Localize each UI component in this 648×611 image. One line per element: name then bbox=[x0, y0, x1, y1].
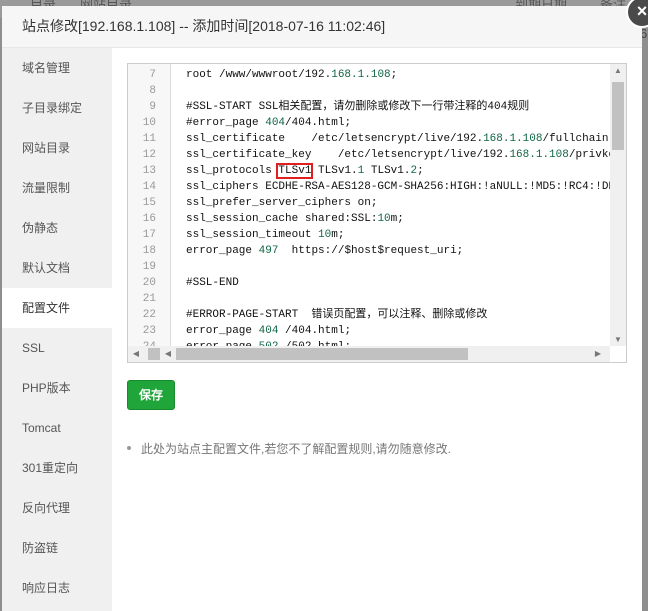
sidebar-item[interactable]: 域名管理 bbox=[2, 48, 112, 88]
line-number: 22 bbox=[142, 309, 156, 321]
sidebar-item[interactable]: Tomcat bbox=[2, 408, 112, 448]
highlighted-token: TLSv1 bbox=[276, 163, 314, 179]
sidebar-item[interactable]: 配置文件 bbox=[2, 288, 112, 328]
code-token: ssl_session_cache shared:SSL: bbox=[186, 213, 378, 225]
line-number: 12 bbox=[142, 149, 156, 161]
code-line: root /www/wwwroot/192.168.1.108; bbox=[186, 67, 397, 83]
code-token: m; bbox=[390, 213, 404, 225]
line-number: 9 bbox=[149, 101, 156, 113]
scroll-down-icon[interactable]: ▼ bbox=[610, 335, 626, 344]
code-token: ssl_certificate_key /etc/letsencrypt/liv… bbox=[186, 149, 510, 161]
code-token: 168.1.108 bbox=[483, 133, 543, 145]
code-token: 168.1.108 bbox=[509, 149, 569, 161]
line-number: 15 bbox=[142, 197, 156, 209]
line-number: 18 bbox=[142, 245, 156, 257]
vertical-scrollbar[interactable]: ▲ ▼ bbox=[610, 64, 626, 346]
code-line: error_page 497 https://$host$request_uri… bbox=[186, 243, 463, 259]
code-token: ; bbox=[390, 69, 398, 81]
tips-list: 此处为站点主配置文件,若您不了解配置规则,请勿随意修改. bbox=[127, 440, 451, 457]
sidebar-item[interactable]: 防盗链 bbox=[2, 528, 112, 568]
code-token: 497 bbox=[258, 245, 279, 257]
code-token: 404 bbox=[258, 325, 279, 337]
code-token: error_page bbox=[186, 325, 259, 337]
code-token: ssl_protocols bbox=[186, 165, 279, 177]
code-line: ssl_protocols TLSv1 TLSv1.1 TLSv1.2; bbox=[186, 163, 424, 179]
dialog-header: 站点修改[192.168.1.108] -- 添加时间[2018-07-16 1… bbox=[2, 6, 642, 48]
sidebar-item[interactable]: 网站目录 bbox=[2, 128, 112, 168]
code-line: ssl_ciphers ECDHE-RSA-AES128-GCM-SHA256:… bbox=[186, 179, 627, 195]
code-line: #ERROR-PAGE-START 错误页配置，可以注释、删除或修改 bbox=[186, 307, 487, 323]
gutter-scroll-thumb[interactable] bbox=[148, 348, 160, 360]
code-line: #SSL-END bbox=[186, 275, 239, 291]
code-token: 404 bbox=[265, 117, 286, 129]
code-token: 10 bbox=[377, 213, 391, 225]
code-token: ssl_certificate /etc/letsencrypt/live/19… bbox=[186, 133, 484, 145]
code-line: ssl_certificate_key /etc/letsencrypt/liv… bbox=[186, 147, 626, 163]
save-button[interactable]: 保存 bbox=[127, 380, 175, 410]
line-number: 21 bbox=[142, 293, 156, 305]
line-number: 8 bbox=[149, 85, 156, 97]
code-token: TLSv1. bbox=[311, 165, 358, 177]
line-number: 14 bbox=[142, 181, 156, 193]
sidebar-item[interactable]: 301重定向 bbox=[2, 448, 112, 488]
sidebar-item[interactable]: 流量限制 bbox=[2, 168, 112, 208]
code-token: 168.1.108 bbox=[331, 69, 391, 81]
code-token: /404.html; bbox=[278, 325, 352, 337]
code-token: /404.html; bbox=[285, 117, 352, 129]
code-line: #SSL-START SSL相关配置，请勿删除或修改下一行带注释的404规则 bbox=[186, 99, 529, 115]
code-token: https://$host$request_uri; bbox=[278, 245, 464, 257]
code-editor[interactable]: 7 root /www/wwwroot/192.168.1.108; 8 9 #SSL-… bbox=[127, 63, 627, 363]
scroll-up-icon[interactable]: ▲ bbox=[610, 66, 626, 75]
sidebar-item[interactable]: 默认文档 bbox=[2, 248, 112, 288]
code-token: 10 bbox=[318, 229, 332, 241]
code-token: ssl_ciphers ECDHE-RSA-AES128-GCM-SHA256:… bbox=[186, 181, 627, 193]
code-line: ssl_session_timeout 10m; bbox=[186, 227, 344, 243]
line-number: 10 bbox=[142, 117, 156, 129]
code-line: error_page 404 /404.html; bbox=[186, 323, 351, 339]
code-token: ; bbox=[417, 165, 424, 177]
code-token: root /www/wwwroot/192. bbox=[186, 69, 332, 81]
sidebar-nav: 域名管理 子目录绑定 网站目录 流量限制 伪静态 默认文档 配置文件 SSL PHP版本 Tomc… bbox=[2, 48, 112, 611]
line-number: 19 bbox=[142, 261, 156, 273]
sidebar-item[interactable]: 伪静态 bbox=[2, 208, 112, 248]
bullet-icon bbox=[127, 445, 131, 450]
code-token: error_page bbox=[186, 245, 259, 257]
code-token: #SSL-START SSL相关配置，请勿删除或修改下一行带注释的404规则 bbox=[186, 101, 530, 113]
code-line: #error_page 404/404.html; bbox=[186, 115, 351, 131]
sidebar-item[interactable]: 反向代理 bbox=[2, 488, 112, 528]
code-token: ssl_prefer_server_ciphers on; bbox=[186, 197, 378, 209]
code-token: #error_page bbox=[186, 117, 266, 129]
code-token: ssl_session_timeout bbox=[186, 229, 319, 241]
code-token: #SSL-END bbox=[186, 277, 239, 289]
line-number: 20 bbox=[142, 277, 156, 289]
scroll-left-icon[interactable]: ◀ bbox=[128, 349, 144, 358]
sidebar-item[interactable]: 子目录绑定 bbox=[2, 88, 112, 128]
line-number: 7 bbox=[149, 69, 156, 81]
horizontal-scroll-thumb[interactable] bbox=[176, 348, 468, 360]
site-edit-dialog: 站点修改[192.168.1.108] -- 添加时间[2018-07-16 1… bbox=[2, 0, 648, 611]
line-number: 11 bbox=[142, 133, 156, 145]
code-line: ssl_certificate /etc/letsencrypt/live/19… bbox=[186, 131, 626, 147]
scroll-right-icon[interactable]: ▶ bbox=[590, 349, 606, 358]
line-number: 16 bbox=[142, 213, 156, 225]
tip-text: 此处为站点主配置文件,若您不了解配置规则,请勿随意修改. bbox=[141, 442, 452, 456]
line-number: 23 bbox=[142, 325, 156, 337]
dialog-title: 站点修改[192.168.1.108] -- 添加时间[2018-07-16 1… bbox=[22, 18, 386, 34]
scroll-left-icon[interactable]: ◀ bbox=[160, 349, 176, 358]
vertical-scroll-thumb[interactable] bbox=[612, 82, 624, 150]
code-line: ssl_session_cache shared:SSL:10m; bbox=[186, 211, 404, 227]
line-number: 17 bbox=[142, 229, 156, 241]
code-token: TLSv1. bbox=[364, 165, 411, 177]
line-number: 13 bbox=[142, 165, 156, 177]
horizontal-scrollbar[interactable]: ◀ ◀ ▶ bbox=[128, 346, 610, 362]
code-token: #ERROR-PAGE-START 错误页配置，可以注释、删除或修改 bbox=[186, 309, 488, 321]
sidebar-item[interactable]: 响应日志 bbox=[2, 568, 112, 608]
code-line: ssl_prefer_server_ciphers on; bbox=[186, 195, 377, 211]
code-token: m; bbox=[331, 229, 345, 241]
sidebar-item[interactable]: SSL bbox=[2, 328, 112, 368]
config-file-panel: 7 root /www/wwwroot/192.168.1.108; 8 9 #SSL-… bbox=[112, 48, 642, 611]
sidebar-item[interactable]: PHP版本 bbox=[2, 368, 112, 408]
